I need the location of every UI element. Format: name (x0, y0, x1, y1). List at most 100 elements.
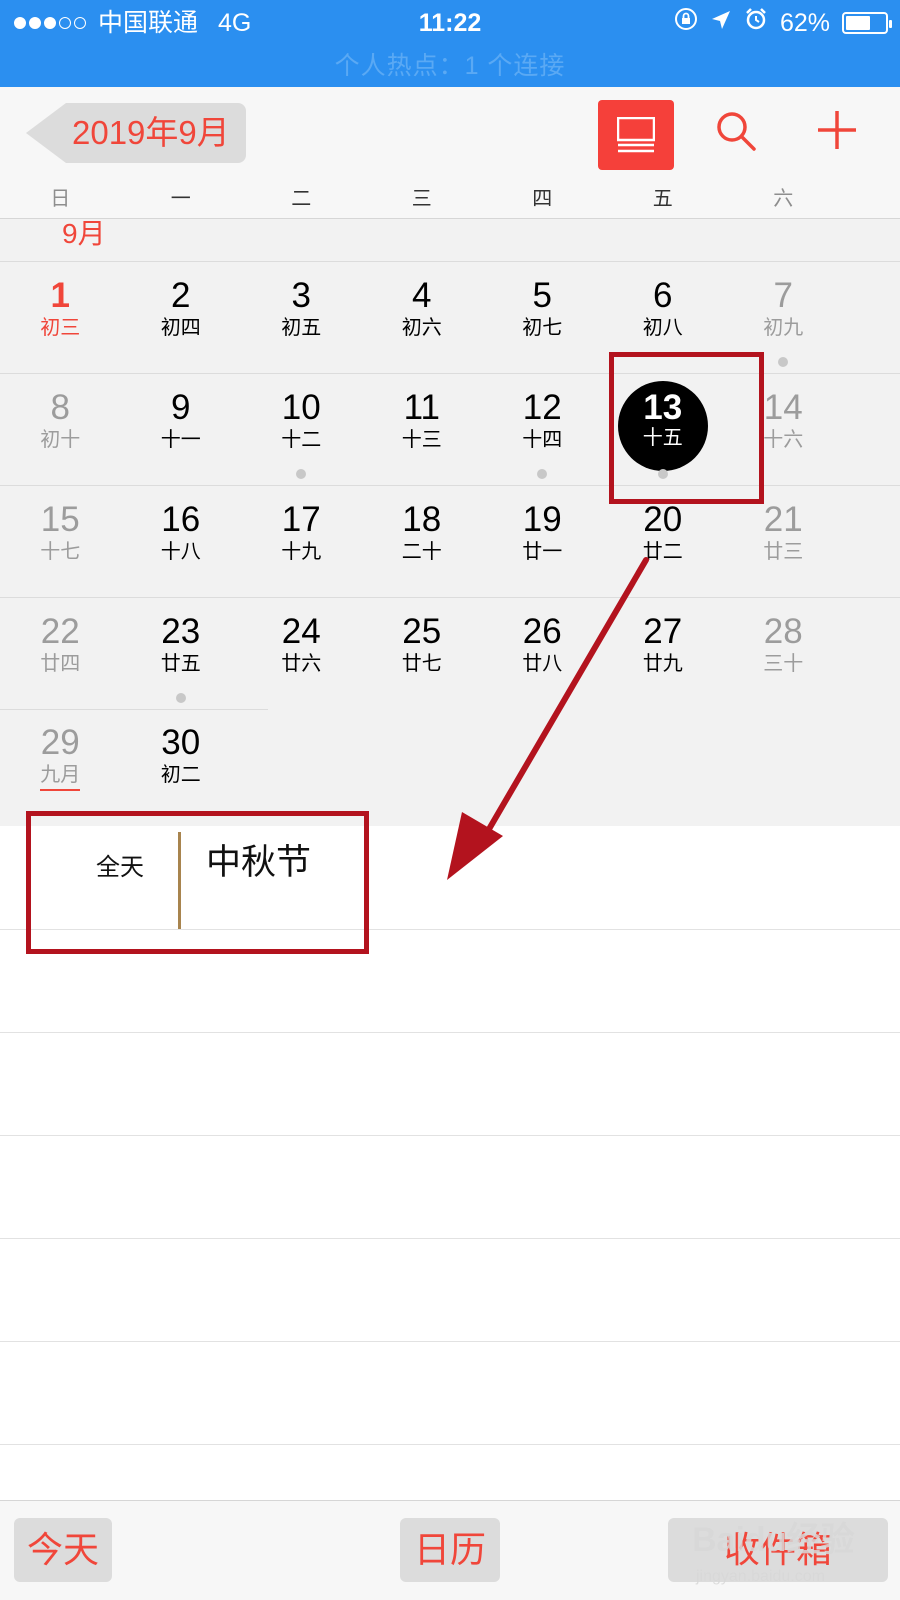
day-number: 16 (161, 500, 201, 539)
day-cell[interactable]: 11 十三 (362, 374, 483, 486)
event-row-divider (0, 1341, 900, 1342)
lunar-date: 十三 (401, 429, 442, 451)
lunar-date: 十四 (522, 429, 563, 451)
day-cell[interactable]: 9 十一 (121, 374, 242, 486)
lunar-date: 九月 (40, 764, 81, 786)
lunar-date: 初六 (401, 317, 442, 339)
event-indicator-dot (175, 693, 186, 703)
day-cell[interactable]: 12 十四 (482, 374, 603, 486)
day-cell[interactable]: 15 十七 (0, 486, 121, 598)
day-cell[interactable]: 27 廿九 (603, 598, 724, 710)
day-cell[interactable]: 17 十九 (241, 486, 362, 598)
day-cell[interactable]: 5 初七 (482, 262, 603, 374)
week-row: 22 廿四 23 廿五 24 廿六 25 廿七 26 廿八 27 廿九 28 三十 (0, 597, 900, 709)
day-number: 8 (50, 388, 70, 427)
day-cell[interactable]: 26 廿八 (482, 598, 603, 710)
lunar-date: 廿三 (763, 541, 804, 563)
day-number: 22 (40, 612, 80, 651)
status-bar: 中国联通 4G 11:22 62% 个人热点：1 个连接 (0, 0, 900, 87)
back-button[interactable]: 2019年9月 (26, 103, 246, 163)
lunar-date: 十一 (160, 429, 201, 451)
day-number: 4 (412, 276, 432, 315)
day-cell[interactable]: 22 廿四 (0, 598, 121, 710)
lunar-date: 初三 (40, 317, 81, 339)
lunar-date: 初四 (160, 317, 201, 339)
day-cell-today[interactable]: 1 初三 (0, 262, 121, 374)
add-event-button[interactable] (812, 105, 862, 155)
day-cell[interactable]: 24 廿六 (241, 598, 362, 710)
event-row-divider (0, 1135, 900, 1136)
battery-percent: 62% (779, 9, 830, 37)
day-cell[interactable]: 29 九月 (0, 709, 121, 821)
day-number: 25 (402, 612, 442, 651)
day-cell[interactable]: 30 初二 (121, 709, 242, 821)
event-indicator-dot (537, 469, 547, 479)
day-cell[interactable]: 19 廿一 (482, 486, 603, 598)
row-divider (0, 709, 268, 710)
plus-icon (818, 111, 856, 149)
day-number: 9 (171, 388, 191, 427)
event-row-divider (0, 1032, 900, 1033)
month-grid: 9月 1 初三 2 初四 3 初五 4 初六 5 初七 6 初八 7 初九 8 初十 9 十一 10 十二 11 十三 12… (0, 219, 900, 826)
day-number: 26 (522, 612, 562, 651)
day-number: 1 (50, 276, 70, 315)
day-cell[interactable]: 25 廿七 (362, 598, 483, 710)
day-number: 18 (402, 500, 442, 539)
lunar-date: 初七 (522, 317, 563, 339)
day-cell[interactable]: 8 初十 (0, 374, 121, 486)
tab-calendars[interactable]: 日历 (400, 1518, 500, 1582)
day-number: 3 (291, 276, 311, 315)
weekday-wed: 三 (411, 188, 432, 210)
annotation-box-selected-date (609, 352, 764, 504)
lunar-date: 初二 (160, 764, 201, 786)
hotspot-banner[interactable]: 个人热点：1 个连接 (0, 46, 900, 82)
annotation-box-event (26, 811, 369, 954)
battery-icon (842, 12, 892, 34)
event-row-divider (0, 1238, 900, 1239)
day-cell[interactable]: 10 十二 (241, 374, 362, 486)
lunar-date: 廿八 (522, 653, 563, 675)
day-number: 23 (161, 612, 201, 651)
lunar-date: 十八 (160, 541, 201, 563)
tab-today[interactable]: 今天 (14, 1518, 112, 1582)
lunar-date: 廿一 (522, 541, 563, 563)
week-row: 29 九月 30 初二 (0, 709, 900, 821)
lunar-date: 初八 (642, 317, 683, 339)
day-number: 11 (403, 388, 440, 427)
weekday-header: 日 一 二 三 四 五 六 (0, 175, 900, 219)
weekday-fri: 五 (652, 188, 673, 210)
list-view-icon (617, 117, 655, 153)
day-cell[interactable]: 16 十八 (121, 486, 242, 598)
weekday-sat: 六 (773, 188, 794, 210)
weekday-sun: 日 (50, 188, 71, 210)
day-number: 29 (40, 723, 80, 762)
weekday-mon: 一 (170, 188, 191, 210)
day-cell[interactable]: 4 初六 (362, 262, 483, 374)
lunar-date: 廿二 (642, 541, 683, 563)
list-view-button[interactable] (598, 100, 674, 170)
day-cell[interactable]: 28 三十 (723, 598, 844, 710)
search-button[interactable] (712, 107, 762, 157)
tab-inbox[interactable]: 收件箱 (668, 1518, 888, 1582)
day-cell[interactable]: 3 初五 (241, 262, 362, 374)
day-number: 12 (522, 388, 562, 427)
orientation-lock-icon (674, 6, 698, 40)
day-number: 19 (522, 500, 562, 539)
day-cell[interactable]: 2 初四 (121, 262, 242, 374)
tab-bar: 今天 日历 收件箱 Baidu经验 jingyan.baidu.com (0, 1500, 900, 1600)
day-number: 30 (161, 723, 201, 762)
navigation-bar: 2019年9月 (0, 87, 900, 175)
event-row-divider (0, 1444, 900, 1445)
weekday-thu: 四 (532, 188, 553, 210)
day-cell[interactable]: 23 廿五 (121, 598, 242, 710)
lunar-date: 初十 (40, 429, 81, 451)
day-number: 21 (763, 500, 803, 539)
back-arrow-icon (26, 103, 66, 163)
lunar-date: 初五 (281, 317, 322, 339)
week-row: 1 初三 2 初四 3 初五 4 初六 5 初七 6 初八 7 初九 (0, 261, 900, 373)
lunar-date: 二十 (401, 541, 442, 563)
day-cell[interactable]: 18 二十 (362, 486, 483, 598)
lunar-date: 十九 (281, 541, 322, 563)
lunar-date: 廿五 (160, 653, 201, 675)
lunar-date: 廿七 (401, 653, 442, 675)
